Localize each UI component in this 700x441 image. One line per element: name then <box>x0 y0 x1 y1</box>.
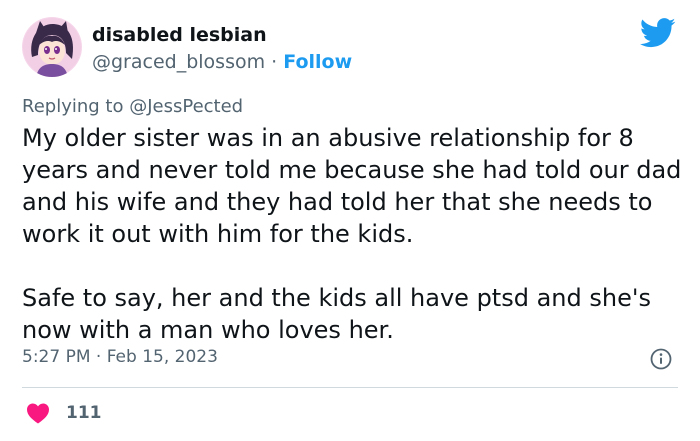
tweet-paragraph: My older sister was in an abusive relati… <box>22 124 682 248</box>
info-icon[interactable] <box>650 348 672 370</box>
tweet-timestamp[interactable]: 5:27 PM · Feb 15, 2023 <box>22 347 218 367</box>
replying-to: Replying to @JessPected <box>22 96 243 117</box>
reply-mention-link[interactable]: @JessPected <box>129 96 243 117</box>
divider <box>22 387 678 388</box>
follow-button[interactable]: Follow <box>283 51 352 73</box>
twitter-bird-icon[interactable] <box>640 18 676 48</box>
author-display-name[interactable]: disabled lesbian <box>92 24 267 46</box>
replying-to-label: Replying to <box>22 96 124 117</box>
like-button[interactable]: 111 <box>26 401 102 425</box>
tweet-text: My older sister was in an abusive relati… <box>22 122 682 346</box>
tweet-card: disabled lesbian @graced_blossom · Follo… <box>0 0 700 441</box>
avatar[interactable] <box>22 17 82 77</box>
handle-separator: · <box>271 51 278 73</box>
heart-icon <box>26 402 50 424</box>
tweet-paragraph: Safe to say, her and the kids all have p… <box>22 284 651 344</box>
avatar-image <box>22 17 82 77</box>
author-handle[interactable]: @graced_blossom <box>92 51 265 73</box>
like-count: 111 <box>66 403 102 423</box>
author-handle-line: @graced_blossom · Follow <box>92 51 352 73</box>
